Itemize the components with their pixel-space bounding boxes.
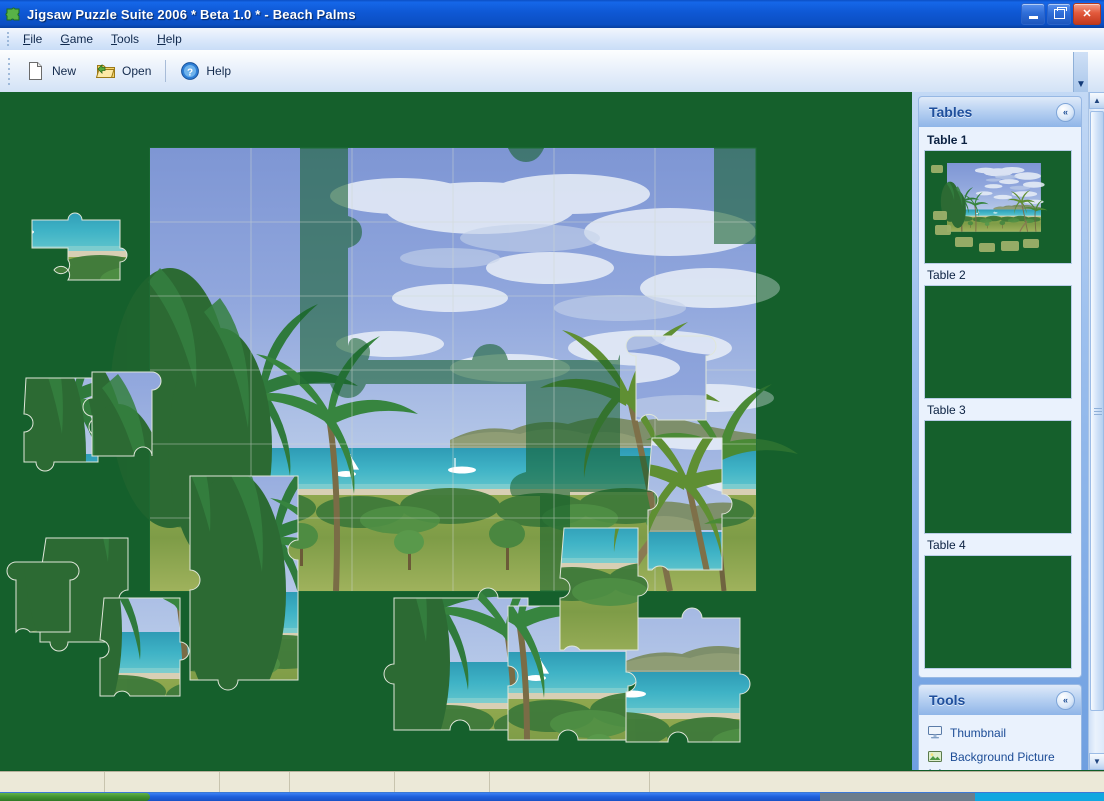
- help-button-label: Help: [206, 64, 232, 78]
- table-entry-4[interactable]: Table 4: [924, 536, 1076, 669]
- tools-panel-header[interactable]: Tools «: [918, 684, 1082, 715]
- toolbar-overflow-button[interactable]: ▼: [1073, 52, 1088, 93]
- application-window: Jigsaw Puzzle Suite 2006 * Beta 1.0 * - …: [0, 0, 1104, 801]
- triangle-down-icon: ▼: [1093, 756, 1101, 766]
- menu-item-game-label: ame: [69, 32, 94, 46]
- close-button[interactable]: ✕: [1073, 3, 1101, 25]
- menu-item-tools-label: ools: [117, 32, 140, 46]
- tables-collapse-button[interactable]: «: [1056, 102, 1075, 122]
- menu-item-file[interactable]: File: [14, 30, 51, 48]
- new-button[interactable]: New: [16, 54, 86, 88]
- triangle-up-icon: ▲: [1093, 95, 1101, 105]
- svg-text:?: ?: [187, 67, 193, 78]
- tools-panel: Tools « Thumbnail Background Picture: [918, 684, 1082, 770]
- table-4-label: Table 4: [927, 538, 966, 552]
- tool-item-background-picture[interactable]: Background Picture: [927, 745, 1076, 769]
- tables-panel: Tables « Table 1 Table 2 Table 3 Table 4: [918, 96, 1082, 678]
- status-cell: [290, 772, 395, 793]
- sidebar: Tables « Table 1 Table 2 Table 3 Table 4…: [912, 92, 1088, 770]
- help-question-icon: ?: [180, 61, 200, 81]
- menu-bar: File Game Tools Help: [0, 28, 1104, 50]
- tool-thumbnail-label: Thumbnail: [950, 726, 1007, 740]
- new-document-icon: [26, 61, 46, 81]
- chevron-up-icon: «: [1062, 107, 1068, 117]
- open-folder-icon: [96, 61, 116, 81]
- tool-background-picture-label: Background Picture: [950, 750, 1055, 764]
- status-cell: [220, 772, 290, 793]
- table-3-label: Table 3: [927, 403, 966, 417]
- table-2-label: Table 2: [927, 268, 966, 282]
- tools-panel-title: Tools: [929, 692, 966, 708]
- new-button-label: New: [52, 64, 77, 78]
- tools-collapse-button[interactable]: «: [1056, 690, 1075, 710]
- scroll-down-button[interactable]: ▼: [1089, 753, 1104, 770]
- close-icon: ✕: [1082, 7, 1092, 20]
- scrollbar-grip: [1094, 408, 1102, 415]
- scroll-up-button[interactable]: ▲: [1089, 92, 1104, 109]
- table-1-label: Table 1: [927, 133, 968, 147]
- table-1-thumbnail[interactable]: [924, 150, 1072, 264]
- puzzle-piece-icon: [5, 6, 21, 22]
- table-entry-1[interactable]: Table 1: [924, 131, 1076, 264]
- menu-item-tools[interactable]: Tools: [102, 30, 148, 48]
- tools-panel-body: Thumbnail Background Picture: [918, 715, 1082, 770]
- scrollbar-thumb[interactable]: [1090, 111, 1104, 711]
- menu-gripper[interactable]: [3, 31, 12, 47]
- tool-item-partial[interactable]: [927, 769, 1076, 770]
- status-cell: [105, 772, 220, 793]
- partial-tool-icon: [927, 769, 943, 770]
- status-cell: [650, 772, 1104, 793]
- tables-panel-body: Table 1 Table 2 Table 3 Table 4: [918, 127, 1082, 678]
- tool-item-thumbnail[interactable]: Thumbnail: [927, 721, 1076, 745]
- status-cell: [395, 772, 490, 793]
- puzzle-table-area[interactable]: [0, 92, 912, 770]
- menu-item-file-label: ile: [30, 32, 43, 46]
- menu-item-help[interactable]: Help: [148, 30, 191, 48]
- table-entry-2[interactable]: Table 2: [924, 266, 1076, 399]
- open-button[interactable]: Open: [86, 54, 161, 88]
- status-cell: [490, 772, 650, 793]
- window-title: Jigsaw Puzzle Suite 2006 * Beta 1.0 * - …: [27, 6, 356, 22]
- chevron-down-icon: ▼: [1076, 79, 1086, 90]
- menu-item-game[interactable]: Game: [51, 30, 102, 48]
- monitor-icon: [927, 724, 943, 743]
- tables-panel-header[interactable]: Tables «: [918, 96, 1082, 127]
- table-2-thumbnail[interactable]: [924, 285, 1072, 399]
- minimize-button[interactable]: [1021, 3, 1045, 25]
- status-cell: [0, 772, 105, 793]
- sidebar-scrollbar[interactable]: ▲ ▼: [1088, 92, 1104, 770]
- table-entry-3[interactable]: Table 3: [924, 401, 1076, 534]
- table-3-thumbnail[interactable]: [924, 420, 1072, 534]
- restore-button[interactable]: [1047, 3, 1071, 25]
- picture-icon: [927, 748, 943, 767]
- status-bar: [0, 771, 1104, 793]
- puzzle-canvas[interactable]: [0, 92, 912, 770]
- window-controls: ✕: [1021, 3, 1101, 25]
- chevron-up-icon: «: [1062, 695, 1068, 705]
- open-button-label: Open: [122, 64, 152, 78]
- tables-panel-title: Tables: [929, 104, 973, 120]
- toolbar-gripper[interactable]: [4, 56, 13, 86]
- menu-item-help-label: elp: [165, 32, 182, 46]
- scrollbar-track[interactable]: [1089, 109, 1104, 753]
- help-button[interactable]: ? Help: [170, 54, 241, 88]
- title-bar: Jigsaw Puzzle Suite 2006 * Beta 1.0 * - …: [0, 0, 1104, 29]
- toolbar-separator: [165, 60, 167, 82]
- table-4-thumbnail[interactable]: [924, 555, 1072, 669]
- toolbar: New Open ? Help: [0, 50, 1104, 93]
